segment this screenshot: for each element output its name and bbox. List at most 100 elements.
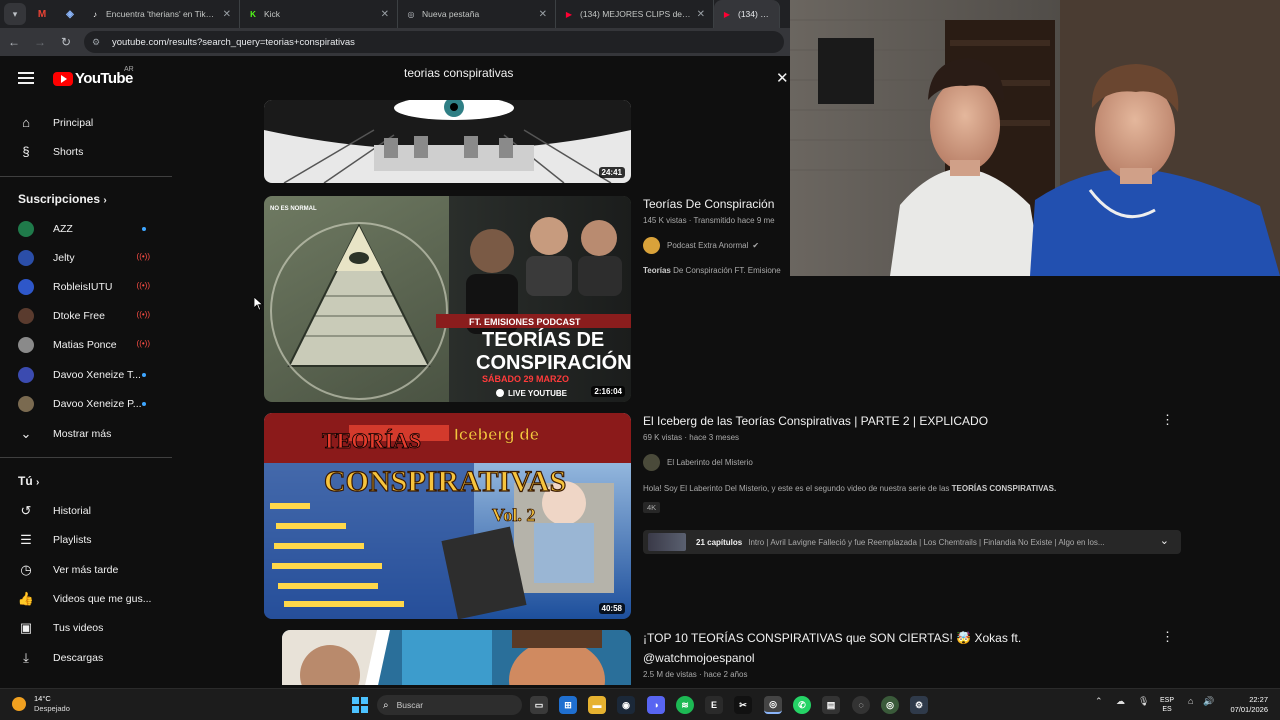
- date: 07/01/2026: [1230, 705, 1268, 714]
- tab-youtube-clips[interactable]: ▶ (134) MEJORES CLIPS del MOM ✕: [556, 0, 714, 28]
- reload-icon[interactable]: ↻: [54, 30, 78, 54]
- menu-icon[interactable]: [18, 72, 34, 84]
- thumb-text-2: CONSPIRATIVAS: [324, 465, 566, 498]
- clear-search-icon[interactable]: ✕: [776, 69, 789, 87]
- sidebar-item-label: Davoo Xeneize P...: [53, 397, 142, 410]
- address-bar[interactable]: ⚙ youtube.com/results?search_query=teori…: [84, 31, 784, 53]
- live-icon: ((•)): [136, 281, 150, 290]
- chrome-profile-icon[interactable]: ◎: [881, 696, 899, 714]
- sidebar-item-descargas[interactable]: ⤓ Descargas: [0, 643, 172, 672]
- language-indicator[interactable]: ESP ES: [1160, 696, 1174, 714]
- sidebar-item-label: Videos que me gus...: [53, 592, 152, 605]
- onedrive-icon[interactable]: ☁: [1116, 696, 1125, 707]
- close-tab-icon[interactable]: ✕: [539, 9, 547, 20]
- wifi-icon[interactable]: ⌂: [1188, 696, 1193, 706]
- chrome-icon[interactable]: ◎: [764, 696, 782, 714]
- forward-icon[interactable]: →: [28, 30, 52, 54]
- show-more-button[interactable]: ⌄ Mostrar más: [0, 419, 172, 448]
- channel-avatar: [643, 237, 660, 254]
- settings-icon[interactable]: ⚙: [910, 696, 928, 714]
- video-icon: ▣: [19, 619, 33, 635]
- task-view-icon[interactable]: ▭: [530, 696, 548, 714]
- sidebar-item-matias-ponce[interactable]: Matias Ponce ((•)): [0, 330, 172, 359]
- video-thumbnail[interactable]: FT. EMISIONES PODCAST TEORÍAS DE CONSPIR…: [264, 196, 631, 402]
- sidebar-item-robleisiutu[interactable]: RobleisIUTU ((•)): [0, 272, 172, 301]
- close-tab-icon[interactable]: ✕: [381, 9, 389, 20]
- microphone-icon[interactable]: 🎙: [1138, 696, 1149, 707]
- new-content-dot: [142, 402, 146, 406]
- duration-badge: 40:58: [598, 603, 625, 614]
- chevron-up-icon[interactable]: ⌃: [1095, 696, 1103, 707]
- tab-tiktok[interactable]: ♪ Encuentra 'therians' en TikTok | ✕: [82, 0, 240, 28]
- back-icon[interactable]: ←: [2, 30, 26, 54]
- discord-icon[interactable]: ◑: [647, 696, 665, 714]
- app-icon[interactable]: ▤: [822, 696, 840, 714]
- channel-link[interactable]: El Laberinto del Misterio: [643, 454, 753, 471]
- new-content-dot: [142, 373, 146, 377]
- capcut-icon[interactable]: ✂: [734, 696, 752, 714]
- sidebar-item-ver-mas-tarde[interactable]: ◷ Ver más tarde: [0, 555, 172, 584]
- thumbnail-image: Iceberg de TEORÍAS CONSPIRATIVAS Vol. 2: [264, 413, 631, 619]
- divider: [0, 457, 172, 458]
- close-tab-icon[interactable]: ✕: [223, 9, 231, 20]
- chevron-down-icon[interactable]: ⌄: [1160, 534, 1169, 547]
- taskbar-search[interactable]: ⌕ Buscar: [377, 695, 522, 715]
- file-explorer-icon[interactable]: ▬: [588, 696, 606, 714]
- sidebar-item-tus-videos[interactable]: ▣ Tus videos: [0, 613, 172, 642]
- obs-icon[interactable]: ◌: [852, 696, 870, 714]
- subscriptions-header[interactable]: Suscripciones ›: [18, 192, 107, 206]
- divider: [0, 176, 172, 177]
- system-clock[interactable]: 22:27 07/01/2026: [1230, 695, 1268, 715]
- download-icon: ⤓: [23, 649, 29, 665]
- thumbnail-image: [264, 100, 631, 183]
- whatsapp-icon[interactable]: ✆: [793, 696, 811, 714]
- video-thumbnail[interactable]: [282, 630, 631, 685]
- weather-widget[interactable]: 14°C Despejado: [12, 694, 70, 714]
- site-info-icon[interactable]: ⚙: [92, 37, 106, 48]
- sidebar-item-davoo-t[interactable]: Davoo Xeneize T...: [0, 360, 172, 389]
- chapters-text: Intro | Avril Lavigne Falleció y fue Ree…: [748, 537, 1105, 547]
- tab-search-icon[interactable]: ▾: [4, 3, 26, 25]
- video-title[interactable]: Teorías De Conspiración: [643, 197, 774, 211]
- sidebar-item-historial[interactable]: ↺ Historial: [0, 496, 172, 525]
- youtube-logo[interactable]: YouTube AR: [53, 66, 134, 87]
- windows-start-icon[interactable]: [352, 697, 368, 713]
- video-thumbnail[interactable]: Iceberg de TEORÍAS CONSPIRATIVAS Vol. 2 …: [264, 413, 631, 619]
- close-tab-icon[interactable]: ✕: [697, 9, 705, 20]
- sidebar-item-dtoke-free[interactable]: Dtoke Free ((•)): [0, 301, 172, 330]
- store-icon[interactable]: ⊞: [559, 696, 577, 714]
- search-input[interactable]: teorias conspirativas: [404, 66, 513, 80]
- video-title[interactable]: ¡TOP 10 TEORÍAS CONSPIRATIVAS que SON CI…: [643, 631, 1021, 645]
- sidebar-item-playlists[interactable]: ☰ Playlists: [0, 525, 172, 554]
- sidebar-item-shorts[interactable]: § Shorts: [0, 137, 172, 166]
- tab-kick[interactable]: K Kick ✕: [240, 0, 398, 28]
- spotify-icon[interactable]: ≋: [676, 696, 694, 714]
- epic-games-icon[interactable]: E: [705, 696, 723, 714]
- sidebar-item-liked-videos[interactable]: 👍 Videos que me gus...: [0, 584, 172, 613]
- sidebar-item-principal[interactable]: ⌂ Principal: [0, 108, 172, 137]
- sidebar-item-jelty[interactable]: Jelty ((•)): [0, 243, 172, 272]
- gmail-pinned-tab[interactable]: M: [30, 2, 54, 26]
- volume-icon[interactable]: 🔊: [1203, 696, 1214, 707]
- sidebar-item-davoo-p[interactable]: Davoo Xeneize P...: [0, 389, 172, 418]
- video-title-line-2[interactable]: @watchmojoespanol: [643, 651, 755, 665]
- webcam-image: [790, 0, 1280, 276]
- tab-new[interactable]: ◎ Nueva pestaña ✕: [398, 0, 556, 28]
- sidebar-item-azz[interactable]: AZZ: [0, 214, 172, 243]
- video-thumbnail[interactable]: 24:41: [264, 100, 631, 183]
- description-bold: Teorías: [643, 266, 671, 275]
- steam-icon[interactable]: ◉: [617, 696, 635, 714]
- language-code: ESP: [1160, 697, 1175, 704]
- avatar: [18, 220, 34, 237]
- more-options-icon[interactable]: ⋮: [1161, 629, 1174, 645]
- tab-label: (134) MEJORES CLIPS del MOM: [580, 9, 691, 19]
- tab-youtube-teorias[interactable]: ▶ (134) teorías: [714, 0, 780, 28]
- video-title[interactable]: El Iceberg de las Teorías Conspirativas …: [643, 414, 988, 428]
- tiktok-icon: ♪: [93, 9, 97, 19]
- you-header[interactable]: Tú ›: [18, 474, 39, 488]
- chapters-bar[interactable]: 21 capítulos Intro | Avril Lavigne Falle…: [643, 530, 1181, 554]
- channel-link[interactable]: Podcast Extra Anormal ✔: [643, 237, 759, 254]
- pinned-tab-icon[interactable]: ◈: [58, 2, 82, 26]
- more-options-icon[interactable]: ⋮: [1161, 412, 1174, 428]
- description-text: De Conspiración FT. Emisione: [670, 266, 781, 275]
